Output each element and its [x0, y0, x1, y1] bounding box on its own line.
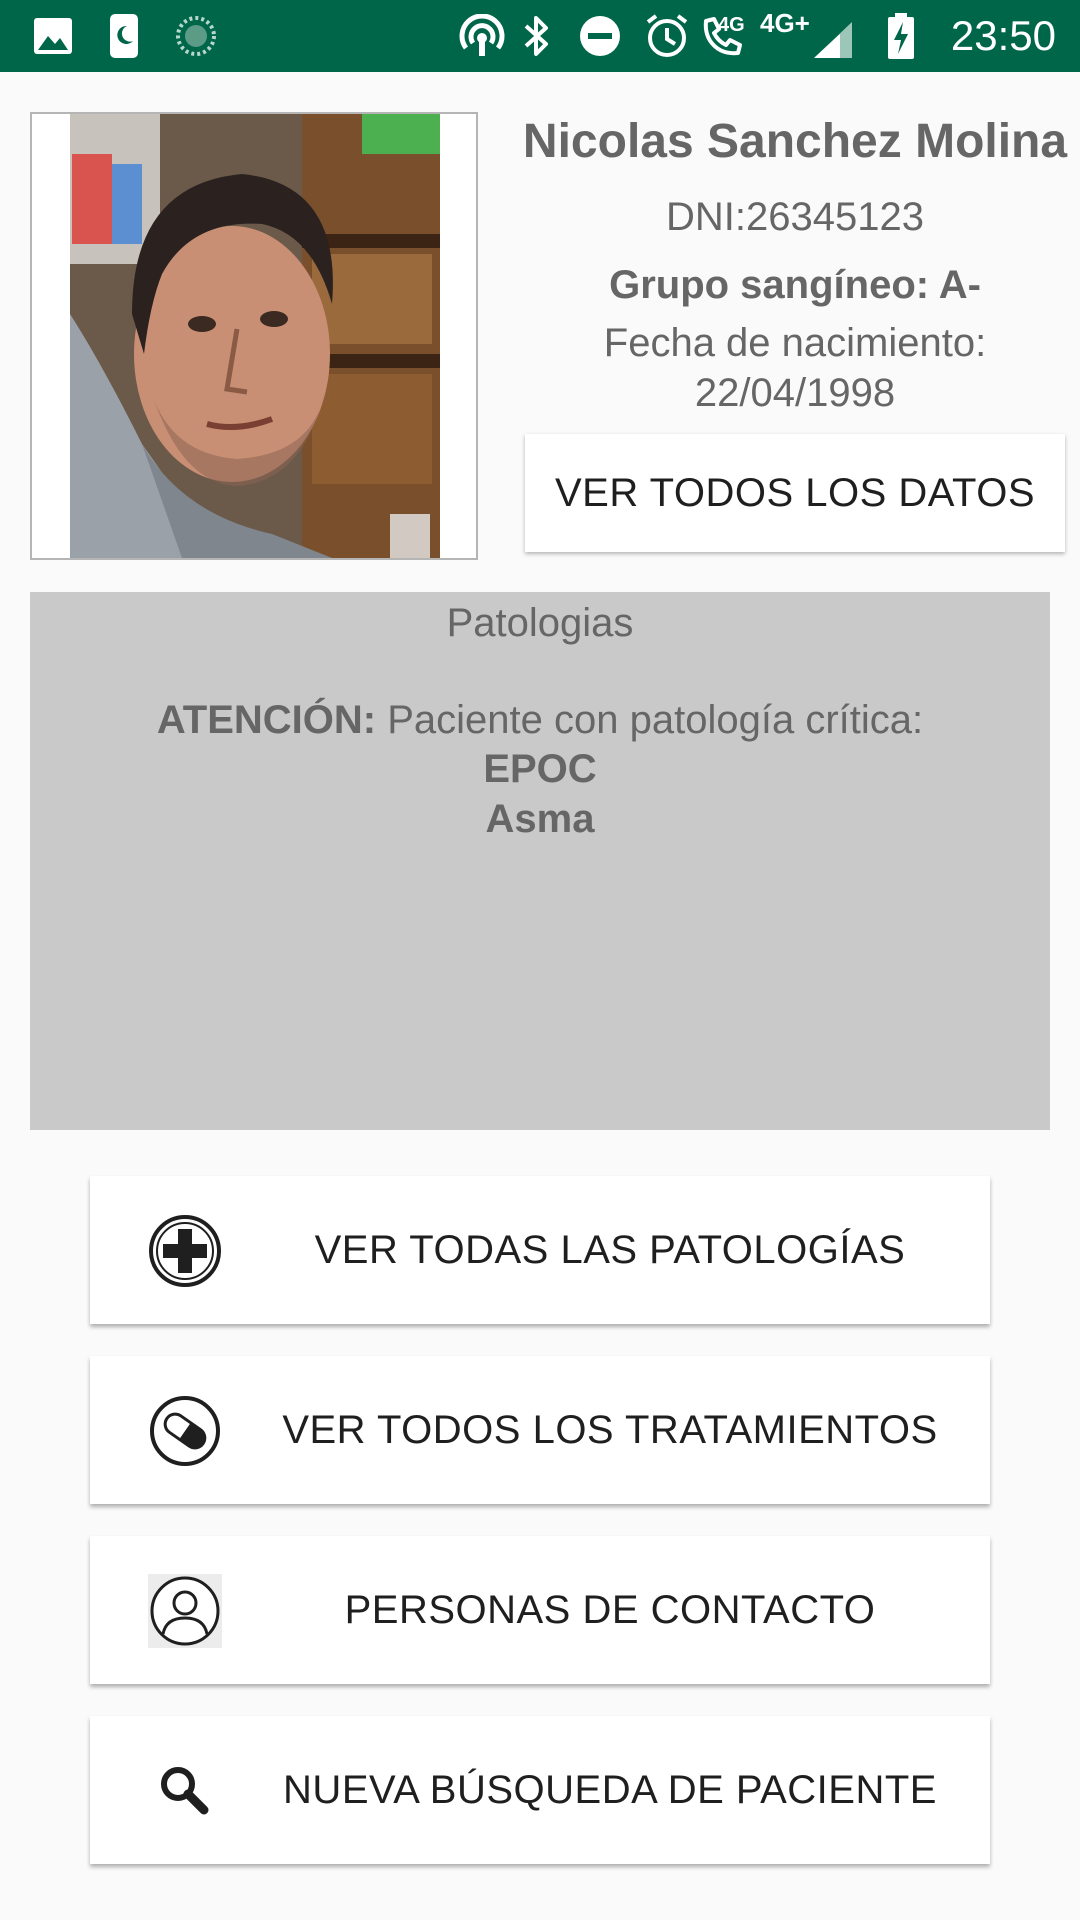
- sync-icon: [174, 14, 218, 58]
- new-patient-search-button[interactable]: NUEVA BÚSQUEDA DE PACIENTE: [90, 1716, 990, 1864]
- alarm-icon: [644, 14, 690, 58]
- person-icon: [148, 1574, 222, 1648]
- search-icon: [148, 1754, 222, 1828]
- image-icon: [32, 14, 74, 58]
- dnd-icon: [578, 14, 622, 58]
- view-all-data-button[interactable]: VER TODOS LOS DATOS: [525, 434, 1065, 552]
- phone-moon-icon: [108, 14, 140, 58]
- status-bar: 4G 4G+ 23:50: [0, 0, 1080, 72]
- pathologies-warning: ATENCIÓN: Paciente con patología crítica…: [0, 695, 1080, 745]
- status-time: 23:50: [950, 12, 1056, 59]
- contact-persons-button[interactable]: PERSONAS DE CONTACTO: [90, 1536, 990, 1684]
- view-all-pathologies-button[interactable]: VER TODAS LAS PATOLOGÍAS: [90, 1176, 990, 1324]
- pathology-item: EPOC: [483, 747, 597, 791]
- medical-cross-icon: [148, 1214, 222, 1288]
- patient-blood-group: Grupo sangíneo: A-: [609, 263, 981, 307]
- hotspot-icon: [458, 14, 506, 58]
- patient-birth-date: Fecha de nacimiento: 22/04/1998: [520, 318, 1070, 418]
- action-label: VER TODOS LOS TRATAMIENTOS: [282, 1407, 938, 1452]
- action-label: PERSONAS DE CONTACTO: [344, 1587, 876, 1632]
- signal-icon: [812, 18, 854, 62]
- patient-photo: [30, 112, 478, 560]
- warning-text: Paciente con patología crítica:: [376, 698, 924, 742]
- warning-prefix: ATENCIÓN:: [156, 698, 377, 742]
- patient-dni: DNI:26345123: [666, 195, 924, 239]
- bluetooth-icon: [522, 14, 552, 58]
- network-label-4g-plus: 4G+: [760, 8, 810, 38]
- network-label-4g: 4G: [718, 14, 745, 36]
- action-label: NUEVA BÚSQUEDA DE PACIENTE: [283, 1767, 937, 1812]
- patient-name: Nicolas Sanchez Molina: [522, 115, 1068, 168]
- view-all-treatments-button[interactable]: VER TODOS LOS TRATAMIENTOS: [90, 1356, 990, 1504]
- birth-date-value: 22/04/1998: [694, 371, 896, 415]
- birth-date-label: Fecha de nacimiento:: [603, 321, 987, 365]
- pathologies-title: Patologias: [446, 601, 634, 645]
- battery-charging-icon: [886, 13, 916, 59]
- pathology-item: Asma: [485, 797, 595, 841]
- pill-icon: [148, 1394, 222, 1468]
- action-label: VER TODAS LAS PATOLOGÍAS: [314, 1227, 906, 1272]
- pathologies-panel: [30, 592, 1050, 1130]
